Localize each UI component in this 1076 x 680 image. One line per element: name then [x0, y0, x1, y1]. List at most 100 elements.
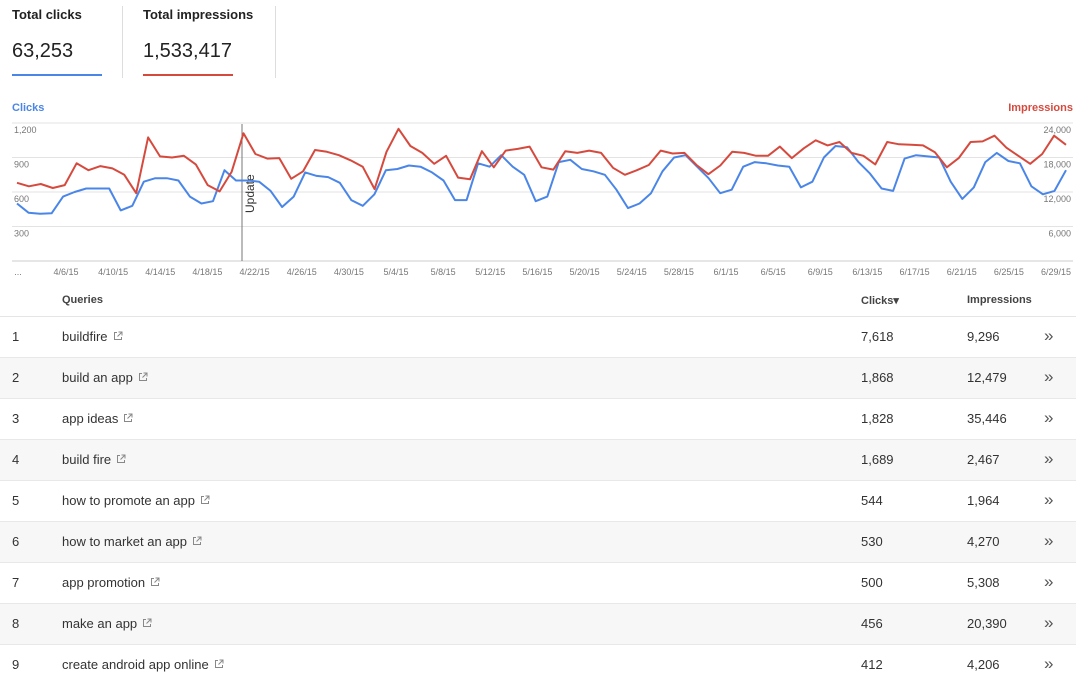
table-row[interactable]: 2 build an app 1,868 12,479 » [0, 358, 1076, 399]
right-tick-label: 18,000 [1043, 160, 1071, 170]
x-tick-label: ... [14, 267, 22, 277]
query-text: build fire [62, 452, 112, 467]
query-text: buildfire [62, 329, 108, 344]
left-tick-label: 1,200 [14, 125, 37, 135]
table-row[interactable]: 9 create android app online 412 4,206 » [0, 645, 1076, 680]
query-text: make an app [62, 616, 138, 631]
row-clicks: 1,689 [861, 452, 894, 467]
table-row[interactable]: 6 how to market an app 530 4,270 » [0, 522, 1076, 563]
query-text: how to promote an app [62, 493, 195, 508]
metric-total-impressions[interactable]: Total impressions 1,533,417 [131, 0, 276, 78]
x-tick-label: 5/24/15 [617, 267, 647, 277]
row-index: 2 [12, 370, 20, 385]
x-tick-label: 6/17/15 [900, 267, 930, 277]
row-clicks: 544 [861, 493, 883, 508]
row-index: 7 [12, 575, 20, 590]
axis-label-impressions: Impressions [1008, 102, 1073, 114]
external-link-icon[interactable] [192, 536, 202, 546]
x-tick-label: 5/20/15 [570, 267, 600, 277]
row-index: 8 [12, 616, 20, 631]
query-link[interactable]: how to promote an app [62, 493, 210, 508]
table-row[interactable]: 8 make an app 456 20,390 » [0, 604, 1076, 645]
x-tick-label: 6/29/15 [1041, 267, 1071, 277]
external-link-icon[interactable] [116, 454, 126, 464]
series-line-impressions [16, 127, 1067, 195]
query-link[interactable]: make an app [62, 616, 152, 631]
right-tick-label: 24,000 [1043, 125, 1071, 135]
divider [275, 6, 276, 78]
row-clicks: 7,618 [861, 329, 894, 344]
row-clicks: 412 [861, 657, 883, 672]
external-link-icon[interactable] [123, 413, 133, 423]
external-link-icon[interactable] [150, 577, 160, 587]
row-details-button[interactable]: » [1044, 531, 1054, 551]
row-details-button[interactable]: » [1044, 367, 1054, 387]
query-text: create android app online [62, 657, 209, 672]
header-queries[interactable]: Queries [62, 294, 103, 306]
row-impressions: 1,964 [967, 493, 1000, 508]
external-link-icon[interactable] [200, 495, 210, 505]
header-clicks[interactable]: Clicks▾ [861, 294, 899, 307]
row-details-button[interactable]: » [1044, 326, 1054, 346]
query-link[interactable]: build fire [62, 452, 126, 467]
query-text: how to market an app [62, 534, 188, 549]
row-details-button[interactable]: » [1044, 613, 1054, 633]
x-tick-label: 4/6/15 [53, 267, 78, 277]
external-link-icon[interactable] [113, 331, 123, 341]
query-text: app ideas [62, 411, 119, 426]
x-tick-label: 5/28/15 [664, 267, 694, 277]
right-tick-label: 6,000 [1048, 229, 1071, 239]
row-clicks: 1,828 [861, 411, 894, 426]
row-details-button[interactable]: » [1044, 490, 1054, 510]
left-tick-label: 300 [14, 229, 29, 239]
metric-label: Total clicks [12, 7, 82, 22]
x-tick-label: 6/5/15 [761, 267, 786, 277]
row-details-button[interactable]: » [1044, 572, 1054, 592]
metric-value: 63,253 [12, 40, 74, 62]
left-tick-label: 900 [14, 160, 29, 170]
row-details-button[interactable]: » [1044, 408, 1054, 428]
x-tick-label: 5/12/15 [475, 267, 505, 277]
row-details-button[interactable]: » [1044, 654, 1054, 674]
row-clicks: 1,868 [861, 370, 894, 385]
external-link-icon[interactable] [214, 659, 224, 669]
x-tick-label: 5/16/15 [522, 267, 552, 277]
table-header: Queries Clicks▾ Impressions [0, 284, 1076, 317]
table-row[interactable]: 3 app ideas 1,828 35,446 » [0, 399, 1076, 440]
query-link[interactable]: how to market an app [62, 534, 202, 549]
row-clicks: 500 [861, 575, 883, 590]
x-tick-label: 6/21/15 [947, 267, 977, 277]
x-tick-label: 4/30/15 [334, 267, 364, 277]
metric-label: Total impressions [143, 7, 254, 22]
table-row[interactable]: 5 how to promote an app 544 1,964 » [0, 481, 1076, 522]
row-clicks: 530 [861, 534, 883, 549]
query-link[interactable]: buildfire [62, 329, 123, 344]
divider [122, 6, 123, 78]
row-impressions: 5,308 [967, 575, 1000, 590]
query-link[interactable]: app ideas [62, 411, 133, 426]
query-link[interactable]: create android app online [62, 657, 224, 672]
performance-chart[interactable]: Clicks Impressions 1,200 24,000 900 18,000 600… [0, 98, 1076, 282]
header-impressions[interactable]: Impressions [967, 294, 1032, 306]
row-index: 9 [12, 657, 20, 672]
row-index: 1 [12, 329, 20, 344]
metric-value: 1,533,417 [143, 40, 232, 62]
row-index: 5 [12, 493, 20, 508]
row-impressions: 4,206 [967, 657, 1000, 672]
external-link-icon[interactable] [142, 618, 152, 628]
left-tick-label: 600 [14, 194, 29, 204]
metric-total-clicks[interactable]: Total clicks 63,253 [0, 0, 122, 78]
x-tick-label: 6/1/15 [713, 267, 738, 277]
row-details-button[interactable]: » [1044, 449, 1054, 469]
table-row[interactable]: 4 build fire 1,689 2,467 » [0, 440, 1076, 481]
x-tick-label: 4/18/15 [192, 267, 222, 277]
external-link-icon[interactable] [138, 372, 148, 382]
row-impressions: 2,467 [967, 452, 1000, 467]
row-clicks: 456 [861, 616, 883, 631]
table-row[interactable]: 7 app promotion 500 5,308 » [0, 563, 1076, 604]
table-body: 1 buildfire 7,618 9,296 » 2 build an app 1,868 1… [0, 317, 1076, 680]
query-link[interactable]: build an app [62, 370, 148, 385]
table-row[interactable]: 1 buildfire 7,618 9,296 » [0, 317, 1076, 358]
query-link[interactable]: app promotion [62, 575, 160, 590]
row-impressions: 4,270 [967, 534, 1000, 549]
